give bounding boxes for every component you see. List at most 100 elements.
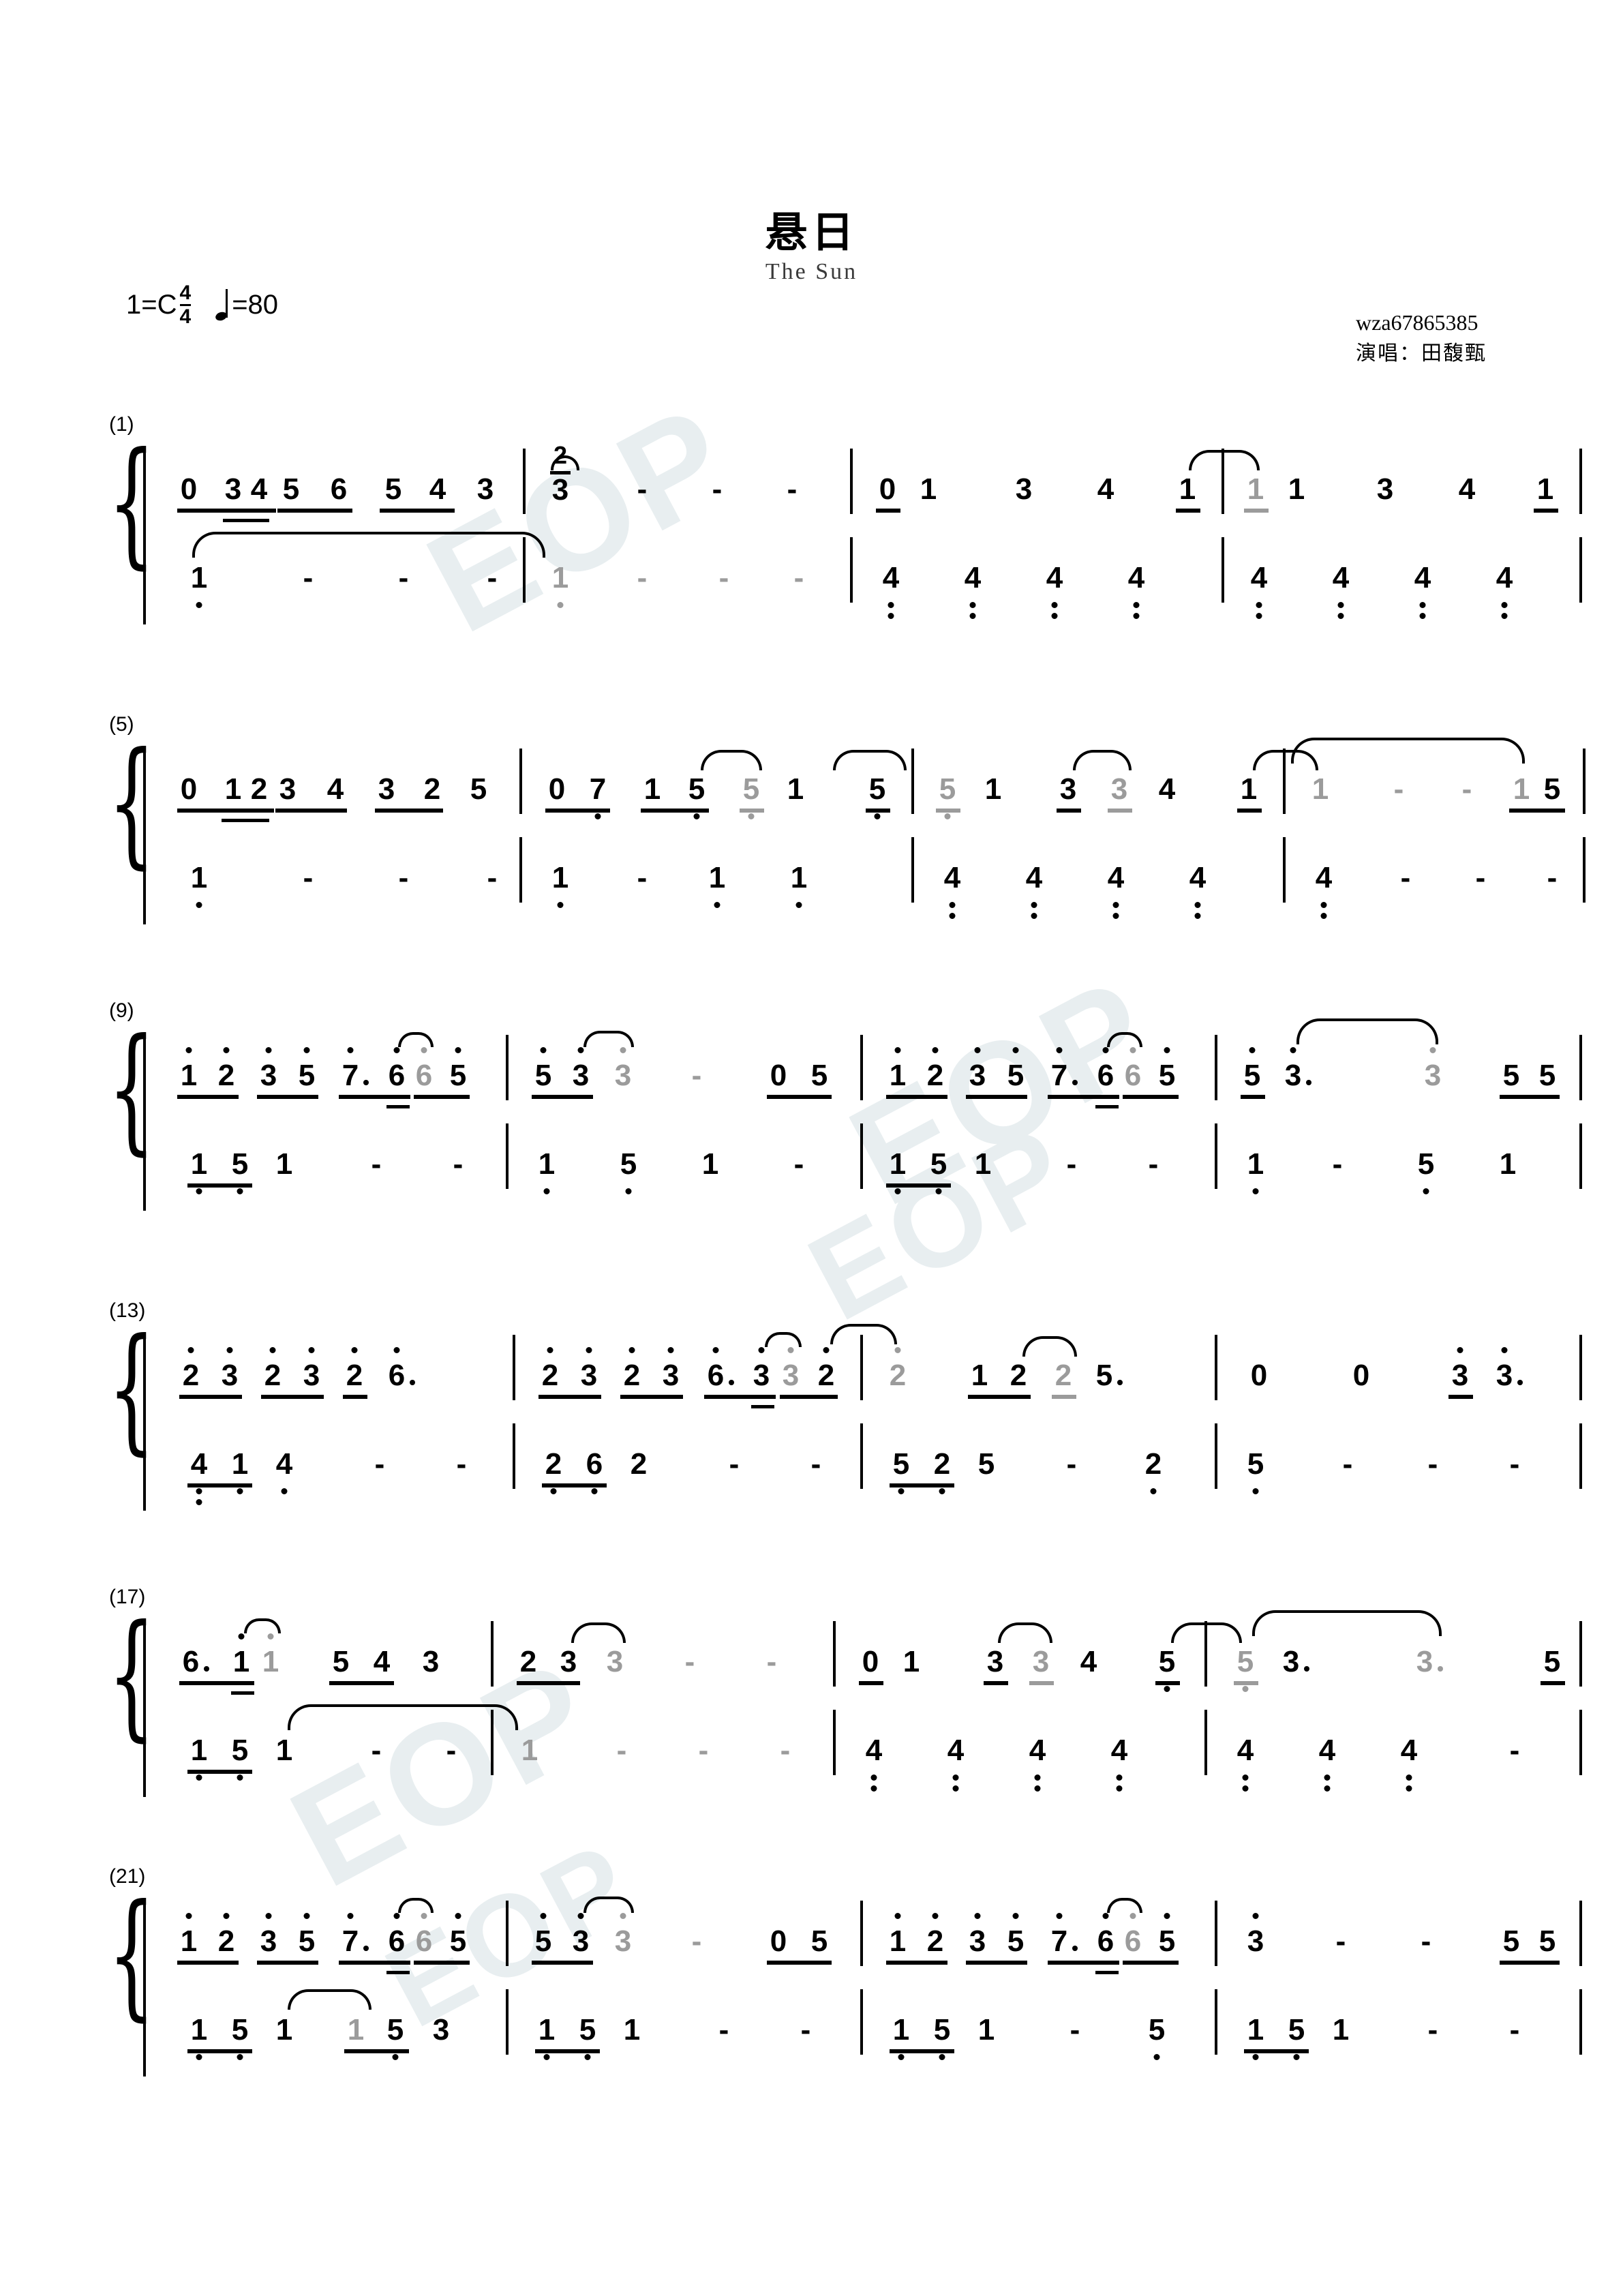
note: 2 (181, 1347, 201, 1391)
note: 6 (1123, 1047, 1143, 1091)
note: 4 (189, 1449, 209, 1505)
note: 1 (275, 1734, 293, 1767)
note: 1 (1499, 1147, 1517, 1181)
note: 1 (623, 2013, 641, 2046)
note-dash: - (1148, 1147, 1159, 1181)
note-dash: - (303, 861, 314, 894)
note-dash: - (446, 1734, 457, 1767)
note: 6 (1095, 1047, 1116, 1091)
note-dash: - (487, 861, 498, 894)
note: 3 (301, 1347, 322, 1391)
note: 5 (867, 774, 888, 819)
note-dash: - (1393, 772, 1404, 806)
note-dash: - (1427, 1447, 1438, 1481)
note: 1 (1536, 472, 1554, 506)
note-dash: - (691, 1924, 702, 1958)
note: 3 (1414, 1647, 1443, 1677)
note: 2 (925, 1913, 945, 1957)
note: 1 (1332, 2013, 1350, 2046)
note: 5 (282, 472, 300, 506)
note: 5 (1157, 1647, 1177, 1692)
note: 3 (1423, 1047, 1443, 1091)
note: 0 (770, 1059, 787, 1092)
system-4: (13) { 2 3 2 3 2 6 2 3 2 3 6 3 3 2 2 1 2… (102, 1299, 1582, 1511)
right-hand-staff: 2 3 2 3 2 6 2 3 2 3 6 3 3 2 2 1 2 2 5 0 … (151, 1324, 1582, 1408)
note: 5 (1502, 1924, 1520, 1958)
note-dash: - (766, 1645, 777, 1678)
note: 3 (1376, 472, 1394, 506)
note: 1 (189, 1736, 209, 1781)
note-dash: - (637, 861, 648, 894)
note: 1 (891, 2015, 911, 2060)
note-dash: - (810, 1447, 821, 1481)
system-3: (9) { 1 2 3 5 7 6 6 5 5 3 3 - 0 5 1 2 3 … (102, 999, 1582, 1211)
tempo-value: =80 (232, 290, 279, 320)
note: 7 (588, 774, 608, 819)
note: 3 (279, 772, 297, 806)
note-dash: - (793, 561, 804, 594)
left-hand-staff: 1 5 1 - - 1 5 1 - 1 5 1 - - 1 - 5 1 (151, 1118, 1582, 1194)
note: 2 (216, 1047, 237, 1091)
note: 5 (385, 2015, 406, 2060)
note: 6 (1123, 1913, 1143, 1957)
note-dash: - (1547, 861, 1558, 894)
note: 6 (706, 1347, 734, 1391)
note: 5 (1235, 1647, 1256, 1692)
note: 1 (224, 772, 242, 806)
note: 3 (606, 1645, 624, 1678)
note: 4 (1249, 563, 1269, 619)
note: 5 (297, 1047, 317, 1091)
note: 0 (180, 472, 198, 506)
right-hand-staff: 0 1 2 3 4 3 2 5 0 7 1 5 5 1 5 5 1 3 3 4 … (151, 738, 1586, 822)
arranger-label: wza67865385 (1356, 310, 1478, 335)
note: 5 (1543, 772, 1561, 806)
note: 4 (1494, 563, 1515, 619)
note: 3 (560, 1645, 577, 1678)
left-hand-staff: 1 - - - 1 - 1 1 4 4 4 4 4 - - - (151, 832, 1586, 919)
note: 4 (1024, 863, 1044, 919)
note-dash: - (698, 1734, 709, 1767)
note: 1 (977, 2013, 995, 2046)
note: 1 (179, 1047, 199, 1091)
note: 0 (862, 1645, 879, 1678)
note: 5 (230, 1736, 250, 1781)
note: 3 (661, 1347, 681, 1391)
note: 4 (1399, 1736, 1419, 1792)
note: 3 (579, 1347, 599, 1391)
left-hand-staff: 1 5 1 1 5 3 1 5 1 - - 1 5 1 - 5 1 5 1 - … (151, 1984, 1582, 2060)
note: 5 (1416, 1149, 1436, 1194)
note: 3 (1110, 772, 1128, 806)
note: 3 (780, 1347, 801, 1391)
note: 2 (423, 772, 441, 806)
note: 1 (888, 1913, 908, 1957)
note: 5 (448, 1047, 468, 1091)
note: 5 (937, 774, 958, 819)
note: 1 (1245, 1149, 1266, 1194)
note: 3 (1281, 1647, 1309, 1677)
note-dash: - (1509, 1447, 1520, 1481)
note: 3 (219, 1347, 240, 1391)
note: 5 (448, 1913, 468, 1957)
note: 1 (888, 1149, 908, 1194)
note: 4 (373, 1645, 391, 1678)
note: 1 (1513, 772, 1530, 806)
note: 4 (1317, 1736, 1337, 1792)
note: 6 (181, 1647, 209, 1677)
note: 5 (810, 1924, 828, 1958)
note: 1 (260, 1633, 281, 1677)
note: 0 (548, 772, 566, 806)
note-dash: - (800, 2013, 811, 2046)
note: 5 (470, 772, 487, 806)
note: 2 (519, 1645, 537, 1678)
left-hand-staff: 4 1 4 - - 2 6 2 - - 5 2 5 - 2 5 - - - (151, 1418, 1582, 1505)
note: 0 (879, 472, 896, 506)
note: 2 (630, 1447, 648, 1481)
note: 4 (327, 772, 344, 806)
note-dash: - (616, 1734, 627, 1767)
note: 4 (1126, 563, 1147, 619)
note: 5 (1005, 1047, 1026, 1091)
note: 1 (536, 2015, 557, 2060)
note: 1 (971, 1359, 988, 1392)
note: 1 (189, 2015, 209, 2060)
note-dash: - (729, 1447, 740, 1481)
